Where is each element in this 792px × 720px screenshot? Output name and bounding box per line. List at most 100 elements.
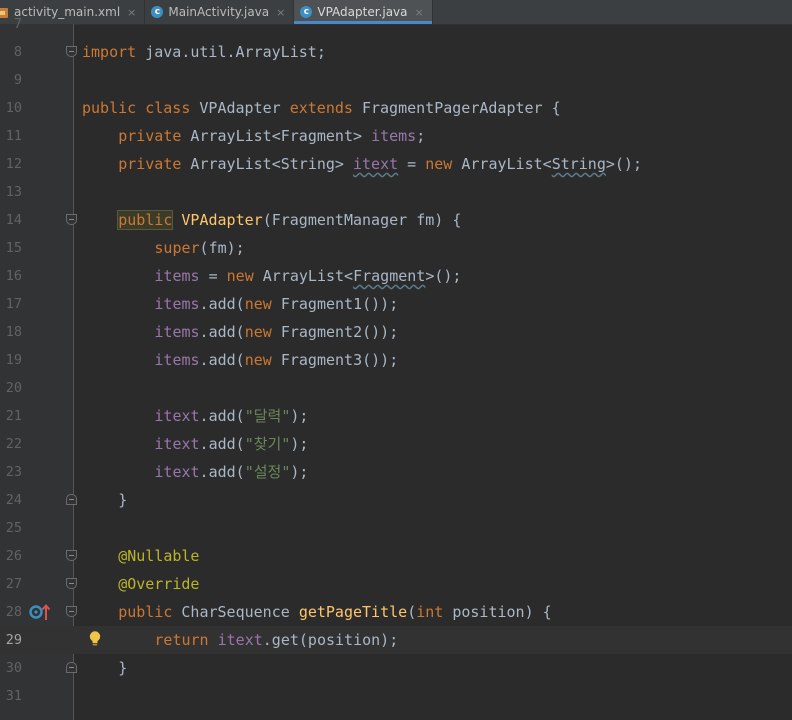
code-text[interactable]: itext.add("찾기");	[154, 430, 308, 458]
code-line[interactable]: 19 items.add(new Fragment3());	[0, 346, 792, 374]
code-line[interactable]: 26 @Nullable	[0, 542, 792, 570]
line-number[interactable]: 17	[0, 290, 22, 318]
code-line[interactable]: 28 public CharSequence getPageTitle(int p…	[0, 598, 792, 626]
code-token: new	[425, 155, 453, 173]
code-text[interactable]: public CharSequence getPageTitle(int pos…	[118, 598, 552, 626]
code-line[interactable]: 27 @Override	[0, 570, 792, 598]
code-line[interactable]: 30}	[0, 654, 792, 682]
code-line[interactable]: 21 itext.add("달력");	[0, 402, 792, 430]
code-text[interactable]: items = new ArrayList<Fragment>();	[154, 262, 461, 290]
code-text[interactable]: }	[118, 654, 127, 682]
code-token: ;	[316, 43, 326, 61]
code-text[interactable]: public VPAdapter(FragmentManager fm) {	[117, 206, 461, 234]
code-line[interactable]: 15 super(fm);	[0, 234, 792, 262]
line-number[interactable]: 23	[0, 458, 22, 486]
fold-marker-icon[interactable]	[66, 494, 77, 505]
code-text[interactable]: }	[118, 486, 127, 514]
line-number[interactable]: 21	[0, 402, 22, 430]
code-token: @Override	[118, 575, 200, 593]
code-line[interactable]: 8 import java.util.ArrayList;	[0, 38, 792, 66]
line-number[interactable]: 18	[0, 318, 22, 346]
code-text[interactable]: @Nullable	[118, 542, 199, 570]
code-line[interactable]: 18 items.add(new Fragment2());	[0, 318, 792, 346]
code-line[interactable]: 7	[0, 10, 792, 38]
line-number[interactable]: 24	[0, 486, 22, 514]
line-number[interactable]: 29	[0, 626, 22, 654]
code-text[interactable]: import java.util.ArrayList;	[82, 38, 326, 66]
code-line[interactable]: 17 items.add(new Fragment1());	[0, 290, 792, 318]
code-token: ;	[389, 323, 399, 341]
line-number[interactable]: 14	[0, 206, 22, 234]
fold-marker-icon[interactable]	[66, 606, 77, 617]
code-line[interactable]: 16 items = new ArrayList<Fragment>();	[0, 262, 792, 290]
line-number[interactable]: 11	[0, 122, 22, 150]
line-number[interactable]: 30	[0, 654, 22, 682]
code-token: items	[154, 295, 200, 313]
code-line[interactable]: 11 private ArrayList<Fragment> items;	[0, 122, 792, 150]
code-line[interactable]: 31	[0, 682, 792, 710]
line-number[interactable]: 26	[0, 542, 22, 570]
line-number[interactable]: 31	[0, 682, 22, 710]
fold-marker-icon[interactable]	[66, 662, 77, 673]
code-token: =	[199, 267, 227, 285]
code-line[interactable]: 13	[0, 178, 792, 206]
fold-marker-icon[interactable]	[66, 214, 77, 225]
code-token: ;	[389, 631, 399, 649]
code-token: "달력"	[244, 407, 291, 425]
line-number[interactable]: 12	[0, 150, 22, 178]
line-number[interactable]: 27	[0, 570, 22, 598]
code-token: position) {	[443, 603, 552, 621]
code-token: Fragment1())	[271, 295, 390, 313]
line-number[interactable]: 19	[0, 346, 22, 374]
line-number[interactable]: 20	[0, 374, 22, 402]
code-line[interactable]: 24}	[0, 486, 792, 514]
code-text[interactable]: @Override	[118, 570, 199, 598]
lightbulb-icon[interactable]	[88, 630, 102, 648]
code-token: ;	[235, 239, 245, 257]
line-number[interactable]: 28	[0, 598, 22, 626]
code-text[interactable]: private ArrayList<String> itext = new Ar…	[118, 150, 642, 178]
code-text[interactable]: itext.add("달력");	[154, 402, 308, 430]
code-text[interactable]: itext.add("설정");	[154, 458, 308, 486]
code-token: itext	[217, 631, 263, 649]
code-editor[interactable]: 7 8 import java.util.ArrayList; 9 10 public c…	[0, 16, 792, 720]
line-number[interactable]: 22	[0, 430, 22, 458]
code-token: int	[416, 603, 444, 621]
code-text[interactable]: return itext.get(position);	[154, 626, 398, 654]
code-token: (fm)	[199, 239, 236, 257]
fold-marker-icon[interactable]	[66, 578, 77, 589]
code-token: ArrayList<	[452, 155, 552, 173]
code-token: itext	[154, 463, 200, 481]
overrides-method-icon[interactable]	[28, 602, 52, 622]
code-line[interactable]: 29 return itext.get(position);	[0, 626, 792, 654]
code-line[interactable]: 20	[0, 374, 792, 402]
code-line[interactable]: 10 public class VPAdapter extends Fragmen…	[0, 94, 792, 122]
code-line[interactable]: 14 public VPAdapter(FragmentManager fm) {	[0, 206, 792, 234]
line-number[interactable]: 25	[0, 514, 22, 542]
code-line[interactable]: 9	[0, 66, 792, 94]
code-token: =	[398, 155, 426, 173]
line-number[interactable]: 7	[0, 10, 22, 38]
code-line[interactable]: 22 itext.add("찾기");	[0, 430, 792, 458]
line-number[interactable]: 9	[0, 66, 22, 94]
code-token: String	[551, 155, 606, 173]
code-text[interactable]: items.add(new Fragment2());	[154, 318, 398, 346]
code-line[interactable]: 25	[0, 514, 792, 542]
code-line[interactable]: 23 itext.add("설정");	[0, 458, 792, 486]
code-text[interactable]: items.add(new Fragment1());	[154, 290, 398, 318]
code-token: ;	[416, 127, 426, 145]
line-number[interactable]: 10	[0, 94, 22, 122]
code-text[interactable]: super(fm);	[154, 234, 244, 262]
code-text[interactable]: public class VPAdapter extends FragmentP…	[82, 94, 561, 122]
line-number[interactable]: 15	[0, 234, 22, 262]
code-line[interactable]: 12 private ArrayList<String> itext = new …	[0, 150, 792, 178]
fold-marker-icon[interactable]	[66, 550, 77, 561]
code-token: Fragment	[353, 267, 426, 285]
code-token: items	[154, 267, 200, 285]
line-number[interactable]: 8	[0, 38, 22, 66]
code-text[interactable]: items.add(new Fragment3());	[154, 346, 398, 374]
fold-marker-icon[interactable]	[66, 46, 77, 57]
code-text[interactable]: private ArrayList<Fragment> items;	[118, 122, 425, 150]
line-number[interactable]: 16	[0, 262, 22, 290]
line-number[interactable]: 13	[0, 178, 22, 206]
